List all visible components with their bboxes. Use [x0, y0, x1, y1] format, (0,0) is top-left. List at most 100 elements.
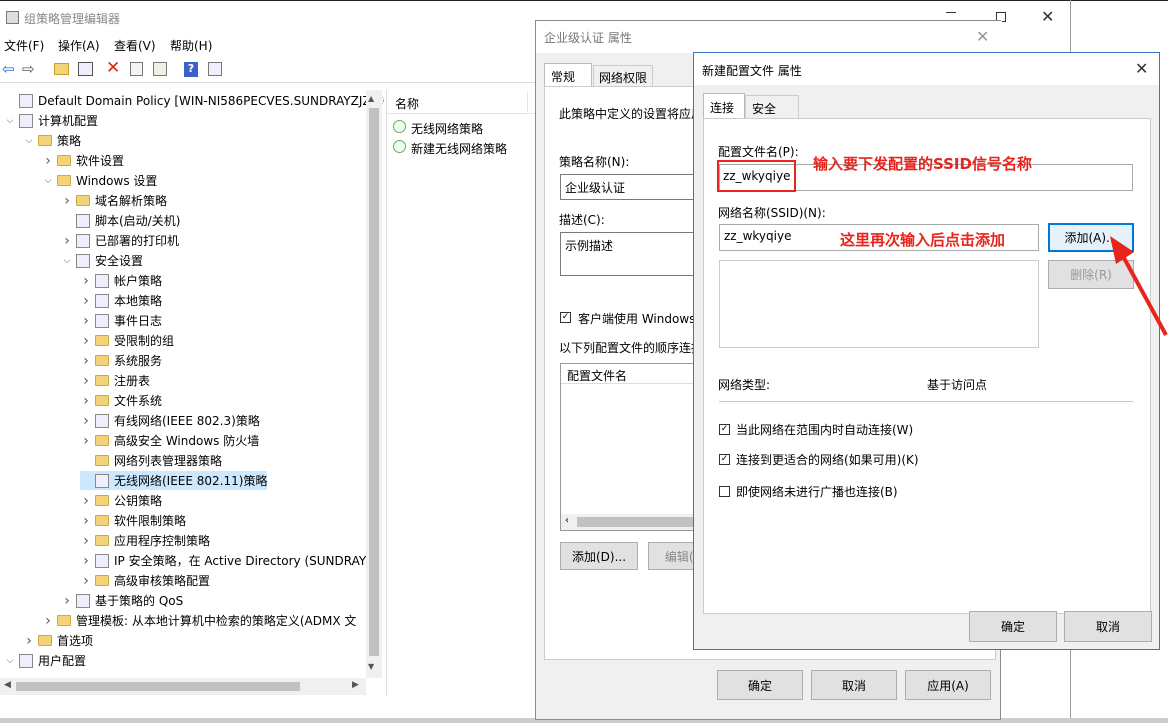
collapsed-chevron-icon[interactable]: › [80, 573, 92, 589]
tree-item[interactable]: › 受限制的组 [80, 331, 174, 350]
cancel-button[interactable]: 取消 [1064, 611, 1152, 642]
tree-item[interactable]: › 软件设置 [42, 151, 124, 170]
list-item[interactable]: 无线网络策略 [391, 117, 537, 137]
app-icon [6, 11, 19, 24]
tree-item[interactable]: ⌵ 计算机配置 [4, 111, 98, 130]
collapsed-chevron-icon[interactable]: › [80, 313, 92, 329]
tree-item[interactable]: › 文件系统 [80, 391, 162, 410]
list-item[interactable]: 新建无线网络策略 [391, 137, 537, 157]
tree-item[interactable]: › 高级安全 Windows 防火墙 [80, 431, 259, 450]
collapsed-chevron-icon[interactable]: › [80, 433, 92, 449]
apply-button[interactable]: 应用(A) [905, 670, 991, 700]
tree-item[interactable]: › 软件限制策略 [80, 511, 186, 530]
tree-item[interactable]: ⌵ 策略 [23, 131, 81, 150]
tree-item[interactable]: 网络列表管理器策略 [80, 451, 222, 470]
main-minimize-icon[interactable] [946, 12, 956, 13]
tree-item[interactable]: › 应用程序控制策略 [80, 531, 210, 550]
tree-item[interactable]: ⌵ 用户配置 [4, 651, 86, 670]
add-profile-button[interactable]: 添加(D)... [560, 542, 638, 570]
cancel-button[interactable]: 取消 [811, 670, 897, 700]
auto-connect-checkbox[interactable]: ✓ [719, 424, 730, 435]
expanded-chevron-icon[interactable]: ⌵ [61, 256, 73, 266]
menu-help[interactable]: 帮助(H) [170, 37, 212, 54]
tree-item[interactable]: › 域名解析策略 [61, 191, 167, 210]
doc-icon [95, 313, 109, 328]
tree-item[interactable]: › 事件日志 [80, 311, 162, 330]
tree-item[interactable]: › 首选项 [23, 631, 93, 650]
dialog-close-icon[interactable]: ✕ [1135, 59, 1148, 78]
ok-button[interactable]: 确定 [717, 670, 803, 700]
tree-item[interactable]: › 公钥策略 [80, 491, 162, 510]
tab-security[interactable]: 安全 [745, 95, 799, 119]
tab-connection[interactable]: 连接 [703, 93, 745, 119]
tree-item[interactable]: ⌵ 安全设置 [61, 251, 143, 270]
collapsed-chevron-icon[interactable]: › [80, 533, 92, 549]
collapsed-chevron-icon[interactable]: › [80, 293, 92, 309]
tree-vscroll-thumb[interactable] [369, 108, 379, 656]
tree-item[interactable]: ⌵ Windows 设置 [42, 171, 158, 190]
tree-item[interactable]: 无线网络(IEEE 802.11)策略 [80, 471, 268, 490]
collapsed-chevron-icon[interactable]: › [80, 353, 92, 369]
collapsed-chevron-icon[interactable]: › [61, 193, 73, 209]
main-close-icon[interactable]: ✕ [1041, 7, 1054, 26]
export-icon[interactable] [153, 62, 167, 76]
dialog-close-icon[interactable]: ✕ [976, 27, 989, 46]
collapsed-chevron-icon[interactable]: › [23, 633, 35, 649]
menu-file[interactable]: 文件(F) [4, 37, 44, 54]
collapsed-chevron-icon[interactable]: › [80, 513, 92, 529]
collapsed-chevron-icon[interactable]: › [42, 613, 54, 629]
dialog-title: 企业级认证 属性 [544, 31, 632, 45]
column-header-name[interactable]: 名称 [387, 90, 537, 114]
tree-item[interactable]: › 注册表 [80, 371, 150, 390]
up-folder-icon[interactable] [54, 63, 69, 75]
tree-item[interactable]: › 帐户策略 [80, 271, 162, 290]
expanded-chevron-icon[interactable]: ⌵ [23, 136, 35, 146]
view-icon[interactable] [208, 62, 222, 76]
collapsed-chevron-icon[interactable]: › [61, 593, 73, 609]
menu-action[interactable]: 操作(A) [58, 37, 100, 54]
expanded-chevron-icon[interactable]: ⌵ [42, 176, 54, 186]
tree-item-label: 帐户策略 [114, 274, 163, 288]
collapsed-chevron-icon[interactable]: › [80, 553, 92, 569]
tree-item[interactable]: › IP 安全策略，在 Active Directory (SUNDRAY [80, 551, 366, 570]
ssid-list[interactable] [719, 260, 1039, 348]
collapsed-chevron-icon[interactable]: › [80, 393, 92, 409]
collapsed-chevron-icon[interactable]: › [42, 153, 54, 169]
forward-icon[interactable]: ⇨ [22, 60, 35, 78]
delete-icon[interactable]: ✕ [106, 58, 120, 78]
show-tree-icon[interactable] [78, 62, 93, 76]
tree-hscrollbar[interactable]: ◀ ▶ [0, 678, 366, 695]
tree-vscrollbar[interactable]: ▲ ▼ [366, 90, 382, 678]
tree-hscroll-thumb[interactable] [16, 682, 300, 691]
tree-item[interactable]: Default Domain Policy [WIN-NI586PECVES.S… [4, 91, 384, 110]
collapsed-chevron-icon[interactable]: › [61, 233, 73, 249]
tree-item[interactable]: › 系统服务 [80, 351, 162, 370]
collapsed-chevron-icon[interactable]: › [80, 493, 92, 509]
windows-client-checkbox[interactable]: ✓ [560, 312, 571, 323]
back-icon[interactable]: ⇦ [2, 60, 15, 78]
ipsec-icon [95, 553, 109, 568]
better-network-checkbox[interactable]: ✓ [719, 454, 730, 465]
help-icon[interactable]: ? [184, 62, 198, 77]
menu-view[interactable]: 查看(V) [114, 37, 156, 54]
collapsed-chevron-icon[interactable]: › [80, 373, 92, 389]
tree-item-label: 文件系统 [114, 394, 163, 408]
collapsed-chevron-icon[interactable]: › [80, 333, 92, 349]
expanded-chevron-icon[interactable]: ⌵ [4, 116, 16, 126]
tree-item[interactable]: › 基于策略的 QoS [61, 591, 183, 610]
ok-button[interactable]: 确定 [969, 611, 1057, 642]
expanded-chevron-icon[interactable]: ⌵ [4, 656, 16, 666]
properties-icon[interactable] [130, 62, 143, 76]
tree-item[interactable]: › 管理模板: 从本地计算机中检索的策略定义(ADMX 文 [42, 611, 356, 630]
tree-item[interactable]: 脚本(启动/关机) [61, 211, 180, 230]
policy-icon [19, 93, 33, 108]
tree-item[interactable]: › 已部署的打印机 [61, 231, 179, 250]
collapsed-chevron-icon[interactable]: › [80, 413, 92, 429]
tree-item[interactable]: › 高级审核策略配置 [80, 571, 210, 590]
tree-item[interactable]: › 有线网络(IEEE 802.3)策略 [80, 411, 260, 430]
tree-item[interactable]: › 本地策略 [80, 291, 162, 310]
hidden-network-checkbox[interactable] [719, 486, 730, 497]
tab-network-permissions[interactable]: 网络权限 [593, 65, 653, 87]
collapsed-chevron-icon[interactable]: › [80, 273, 92, 289]
tab-general[interactable]: 常规 [544, 63, 592, 87]
